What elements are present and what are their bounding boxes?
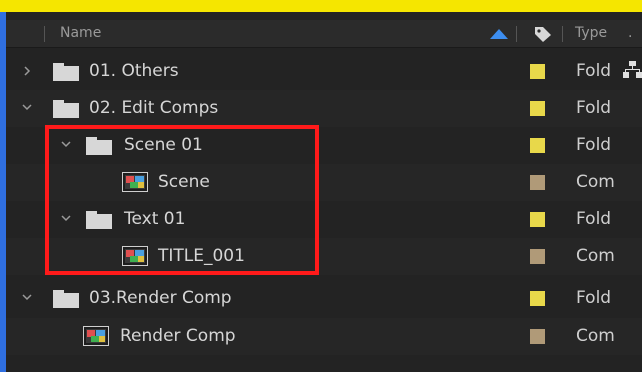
folder-icon (53, 100, 79, 118)
project-item-folder[interactable]: 02. Edit Comps Fold (6, 90, 642, 127)
label-color-swatch[interactable] (530, 138, 545, 153)
item-type: Fold (576, 209, 612, 229)
column-separator[interactable] (516, 26, 517, 42)
more-columns[interactable]: . (628, 25, 632, 41)
item-type: Com (576, 246, 615, 266)
chevron-down-icon[interactable] (22, 102, 32, 112)
label-color-swatch[interactable] (530, 249, 545, 264)
label-color-swatch[interactable] (530, 212, 545, 227)
sort-ascending-icon[interactable] (490, 29, 508, 39)
label-color-swatch[interactable] (530, 291, 545, 306)
column-separator[interactable] (562, 26, 563, 42)
item-name: 02. Edit Comps (89, 98, 219, 118)
label-color-swatch[interactable] (530, 175, 545, 190)
item-type: Fold (576, 135, 612, 155)
chevron-right-icon[interactable] (22, 66, 32, 76)
label-tag-icon[interactable] (533, 25, 553, 43)
item-name: 01. Others (89, 61, 179, 81)
name-column-header[interactable]: Name (60, 25, 101, 41)
label-color-swatch[interactable] (530, 64, 545, 79)
column-separator[interactable] (44, 26, 45, 42)
item-type: Com (576, 326, 615, 346)
project-item-composition[interactable]: Render Comp Com (6, 318, 642, 355)
folder-icon (53, 290, 79, 308)
folder-icon (53, 63, 79, 81)
item-type: Fold (576, 288, 612, 308)
column-header: Name Type . (6, 20, 642, 48)
label-color-swatch[interactable] (530, 101, 545, 116)
type-column-header[interactable]: Type (575, 25, 607, 41)
item-name: Render Comp (120, 326, 236, 346)
item-name: 03.Render Comp (89, 288, 232, 308)
highlight-box (45, 125, 319, 275)
item-type: Com (576, 172, 615, 192)
network-icon[interactable] (623, 61, 642, 78)
project-item-folder[interactable]: 01. Others Fold (6, 53, 642, 90)
item-type: Fold (576, 61, 612, 81)
chevron-down-icon[interactable] (22, 292, 32, 302)
project-item-folder[interactable]: 03.Render Comp Fold (6, 280, 642, 317)
label-color-swatch[interactable] (530, 329, 545, 344)
composition-icon (83, 326, 109, 346)
item-type: Fold (576, 98, 612, 118)
